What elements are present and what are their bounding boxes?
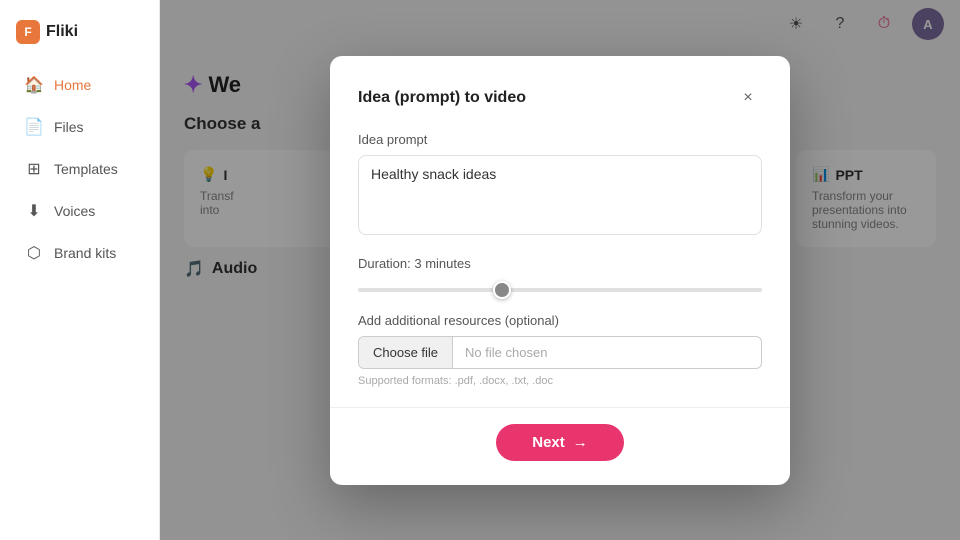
modal-footer: Next → bbox=[358, 408, 762, 461]
file-input-row: Choose file No file chosen bbox=[358, 336, 762, 369]
sidebar-item-files[interactable]: 📄 Files bbox=[8, 107, 151, 147]
duration-label: Duration: 3 minutes bbox=[358, 256, 471, 271]
sidebar-item-templates[interactable]: ⊞ Templates bbox=[8, 149, 151, 189]
sidebar-item-voices-label: Voices bbox=[54, 203, 95, 219]
sidebar-item-home-label: Home bbox=[54, 77, 91, 93]
duration-row: Duration: 3 minutes bbox=[358, 256, 762, 271]
sidebar: F Fliki 🏠 Home 📄 Files ⊞ Templates ⬇ Voi… bbox=[0, 0, 160, 540]
main-content: ☀ ? ⏱ A ✦ We Choose a 💡 I Transfinto 🛒 E bbox=[160, 0, 960, 540]
next-arrow-icon: → bbox=[573, 434, 588, 451]
sidebar-item-voices[interactable]: ⬇ Voices bbox=[8, 191, 151, 231]
app-logo: F Fliki bbox=[0, 12, 159, 64]
slider-container bbox=[358, 279, 762, 297]
sidebar-item-files-label: Files bbox=[54, 119, 84, 135]
sidebar-item-home[interactable]: 🏠 Home bbox=[8, 65, 151, 105]
sidebar-item-brand-kits[interactable]: ⬡ Brand kits bbox=[8, 233, 151, 273]
next-button[interactable]: Next → bbox=[496, 424, 624, 461]
voices-icon: ⬇ bbox=[24, 201, 44, 221]
files-icon: 📄 bbox=[24, 117, 44, 137]
next-button-label: Next bbox=[532, 434, 565, 451]
brand-kits-icon: ⬡ bbox=[24, 243, 44, 263]
templates-icon: ⊞ bbox=[24, 159, 44, 179]
modal-header: Idea (prompt) to video × bbox=[358, 84, 762, 112]
supported-formats: Supported formats: .pdf, .docx, .txt, .d… bbox=[358, 375, 762, 387]
file-placeholder: No file chosen bbox=[453, 337, 761, 368]
idea-prompt-label: Idea prompt bbox=[358, 132, 762, 147]
home-icon: 🏠 bbox=[24, 75, 44, 95]
idea-prompt-input[interactable]: Healthy snack ideas bbox=[358, 155, 762, 235]
duration-slider[interactable] bbox=[358, 288, 762, 292]
modal-close-button[interactable]: × bbox=[734, 84, 762, 112]
choose-file-button[interactable]: Choose file bbox=[359, 337, 453, 368]
logo-text: Fliki bbox=[46, 23, 78, 41]
modal-overlay: Idea (prompt) to video × Idea prompt Hea… bbox=[160, 0, 960, 540]
modal-title: Idea (prompt) to video bbox=[358, 89, 526, 107]
modal-dialog: Idea (prompt) to video × Idea prompt Hea… bbox=[330, 56, 790, 485]
sidebar-item-templates-label: Templates bbox=[54, 161, 118, 177]
logo-icon: F bbox=[16, 20, 40, 44]
resources-label: Add additional resources (optional) bbox=[358, 313, 762, 328]
sidebar-item-brand-kits-label: Brand kits bbox=[54, 245, 116, 261]
